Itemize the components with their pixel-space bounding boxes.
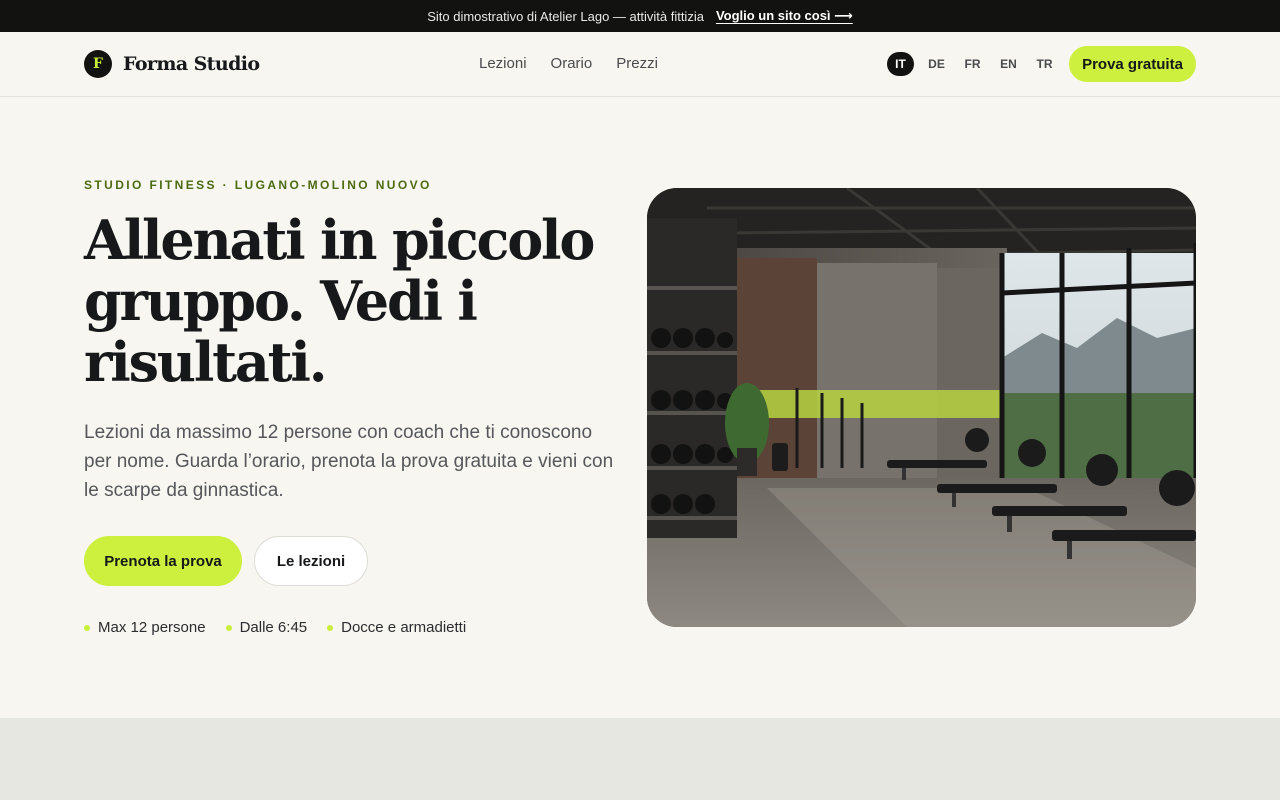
promo-text: Sito dimostrativo di Atelier Lago — atti… bbox=[427, 8, 704, 24]
feature-list: Max 12 persone Dalle 6:45 Docce e armadi… bbox=[84, 619, 466, 636]
green-dot-icon bbox=[225, 624, 232, 631]
main-navigation: F Forma Studio Lezioni Orario Prezzi IT … bbox=[0, 32, 1280, 97]
feature-item: Dalle 6:45 bbox=[225, 619, 308, 636]
language-en[interactable]: EN bbox=[995, 52, 1022, 76]
hero-headline: Allenati in piccolo gruppo. Vedi i risul… bbox=[84, 208, 595, 394]
language-fr[interactable]: FR bbox=[959, 52, 986, 76]
brand-name: Forma Studio bbox=[123, 53, 260, 75]
book-trial-button[interactable]: Prenota la prova bbox=[84, 536, 242, 586]
language-de[interactable]: DE bbox=[923, 52, 950, 76]
nav-menu: Lezioni Orario Prezzi bbox=[479, 55, 658, 72]
next-section-background bbox=[0, 718, 1280, 800]
feature-item: Docce e armadietti bbox=[327, 619, 466, 636]
free-trial-button[interactable]: Prova gratuita bbox=[1069, 46, 1196, 82]
hero-eyebrow: STUDIO FITNESS · LUGANO-MOLINO NUOVO bbox=[84, 178, 432, 192]
classes-button[interactable]: Le lezioni bbox=[254, 536, 368, 586]
feature-label: Dalle 6:45 bbox=[239, 619, 308, 636]
green-dot-icon bbox=[84, 624, 90, 631]
language-it[interactable]: IT bbox=[887, 52, 914, 76]
gym-interior-photo bbox=[647, 188, 1196, 627]
green-dot-icon bbox=[327, 624, 334, 631]
feature-label: Max 12 persone bbox=[98, 619, 206, 636]
feature-label: Docce e armadietti bbox=[341, 619, 467, 636]
gym-interior-illustration bbox=[647, 188, 1196, 627]
language-tr[interactable]: TR bbox=[1031, 52, 1058, 76]
feature-item: Max 12 persone bbox=[84, 619, 206, 636]
hero-lead: Lezioni da massimo 12 persone con coach … bbox=[84, 422, 614, 501]
logo-mark-icon: F bbox=[84, 50, 112, 78]
language-switcher: IT DE FR EN TR bbox=[887, 52, 1058, 76]
nav-link-prezzi[interactable]: Prezzi bbox=[616, 55, 658, 72]
promo-banner: Sito dimostrativo di Atelier Lago — atti… bbox=[0, 0, 1280, 32]
brand-logo[interactable]: F Forma Studio bbox=[84, 50, 260, 78]
nav-link-orario[interactable]: Orario bbox=[551, 55, 593, 72]
nav-link-lezioni[interactable]: Lezioni bbox=[479, 55, 527, 72]
promo-link[interactable]: Voglio un sito così ⟶ bbox=[716, 8, 853, 24]
